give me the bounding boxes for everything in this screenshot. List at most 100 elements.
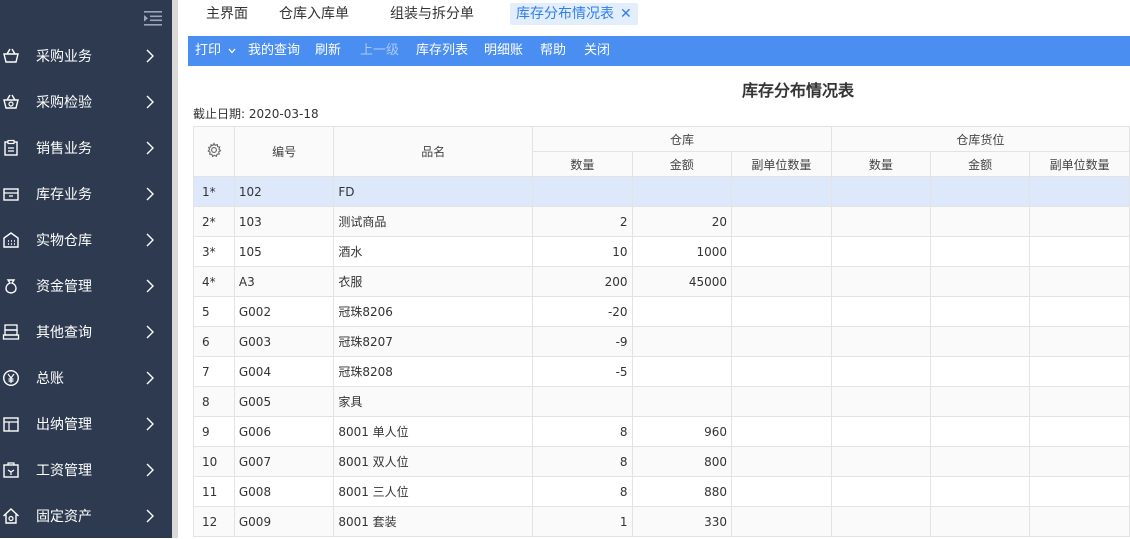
table-row[interactable]: 7 G004 冠珠8208 -5: [193, 356, 1130, 387]
cell-location-qty[interactable]: [830, 506, 931, 537]
column-header-location-amount[interactable]: 金额: [929, 151, 1031, 177]
row-number[interactable]: 6: [193, 326, 235, 357]
cell-location-qty[interactable]: [830, 446, 931, 477]
row-number[interactable]: 3*: [193, 236, 235, 267]
cell-location-amount[interactable]: [929, 386, 1031, 417]
sidebar-item-purchase-inspection[interactable]: 采购检验: [0, 79, 172, 125]
cell-location-amount[interactable]: [929, 446, 1031, 477]
sidebar-item-general-ledger[interactable]: 总账: [0, 355, 172, 401]
cell-warehouse-sub-qty[interactable]: [731, 356, 832, 387]
tab-assembly-split[interactable]: 组装与拆分单: [390, 3, 474, 25]
cell-warehouse-amount[interactable]: 45000: [631, 266, 733, 297]
cell-name[interactable]: 8001 单人位: [333, 416, 534, 447]
sidebar-item-other-query[interactable]: 其他查询: [0, 309, 172, 355]
cell-location-qty[interactable]: [830, 176, 931, 207]
cell-location-qty[interactable]: [830, 326, 931, 357]
cell-location-amount[interactable]: [929, 326, 1031, 357]
cell-location-qty[interactable]: [830, 416, 931, 447]
tab-inventory-distribution[interactable]: 库存分布情况表 ✕: [510, 3, 638, 25]
cell-code[interactable]: 102: [233, 176, 335, 207]
cell-warehouse-sub-qty[interactable]: [731, 416, 832, 447]
cell-location-qty[interactable]: [830, 206, 931, 237]
column-header-location-sub-qty[interactable]: 副单位数量: [1029, 151, 1130, 177]
close-icon[interactable]: ✕: [620, 3, 632, 25]
sidebar-item-physical-warehouse[interactable]: 实物仓库: [0, 217, 172, 263]
my-query-button[interactable]: 我的查询: [248, 36, 300, 66]
cell-warehouse-qty[interactable]: [532, 386, 633, 417]
cell-warehouse-amount[interactable]: [631, 176, 733, 207]
cell-name[interactable]: 家具: [333, 386, 534, 417]
cell-location-qty[interactable]: [830, 476, 931, 507]
row-number[interactable]: 11: [193, 476, 235, 507]
cell-code[interactable]: G006: [233, 416, 335, 447]
sidebar-item-salary[interactable]: 工资管理: [0, 447, 172, 493]
row-number[interactable]: 12: [193, 506, 235, 537]
cell-warehouse-sub-qty[interactable]: [731, 296, 832, 327]
cell-name[interactable]: 衣服: [333, 266, 534, 297]
table-row[interactable]: 12 G009 8001 套装 1 330: [193, 506, 1130, 537]
cell-location-sub-qty[interactable]: [1029, 416, 1130, 447]
cell-location-amount[interactable]: [929, 476, 1031, 507]
column-header-location-qty[interactable]: 数量: [830, 151, 931, 177]
cell-code[interactable]: A3: [233, 266, 335, 297]
cell-warehouse-qty[interactable]: 8: [532, 476, 633, 507]
cell-code[interactable]: G009: [233, 506, 335, 537]
cell-location-qty[interactable]: [830, 356, 931, 387]
cell-location-amount[interactable]: [929, 356, 1031, 387]
cell-warehouse-qty[interactable]: 2: [532, 206, 633, 237]
table-row[interactable]: 1* 102 FD: [193, 176, 1130, 207]
cell-location-qty[interactable]: [830, 296, 931, 327]
sidebar-item-sales[interactable]: 销售业务: [0, 125, 172, 171]
tab-home[interactable]: 主界面: [206, 3, 248, 25]
column-header-name[interactable]: 品名: [333, 126, 534, 177]
row-number[interactable]: 9: [193, 416, 235, 447]
cell-location-amount[interactable]: [929, 236, 1031, 267]
sidebar-item-purchase[interactable]: 采购业务: [0, 33, 172, 79]
cell-location-sub-qty[interactable]: [1029, 446, 1130, 477]
sidebar-scrollbar[interactable]: [172, 0, 178, 538]
table-row[interactable]: 9 G006 8001 单人位 8 960: [193, 416, 1130, 447]
print-button[interactable]: 打印: [195, 36, 221, 66]
chevron-down-icon[interactable]: [228, 48, 236, 54]
cell-warehouse-sub-qty[interactable]: [731, 476, 832, 507]
cell-location-sub-qty[interactable]: [1029, 326, 1130, 357]
cell-name[interactable]: 8001 双人位: [333, 446, 534, 477]
row-number[interactable]: 4*: [193, 266, 235, 297]
up-level-button[interactable]: 上一级: [360, 36, 399, 66]
cell-warehouse-qty[interactable]: [532, 176, 633, 207]
cell-warehouse-sub-qty[interactable]: [731, 236, 832, 267]
row-number[interactable]: 1*: [193, 176, 235, 207]
table-row[interactable]: 2* 103 测试商品 2 20: [193, 206, 1130, 237]
cell-location-sub-qty[interactable]: [1029, 296, 1130, 327]
table-row[interactable]: 3* 105 酒水 10 1000: [193, 236, 1130, 267]
cell-name[interactable]: 8001 套装: [333, 506, 534, 537]
refresh-button[interactable]: 刷新: [315, 36, 341, 66]
stock-list-button[interactable]: 库存列表: [416, 36, 468, 66]
cell-warehouse-sub-qty[interactable]: [731, 386, 832, 417]
table-row[interactable]: 11 G008 8001 三人位 8 880: [193, 476, 1130, 507]
sidebar-item-fixed-assets[interactable]: 固定资产: [0, 493, 172, 539]
close-button[interactable]: 关闭: [584, 36, 610, 66]
sidebar-item-funds[interactable]: 资金管理: [0, 263, 172, 309]
menu-collapse-icon[interactable]: [142, 9, 164, 27]
cell-location-sub-qty[interactable]: [1029, 506, 1130, 537]
cell-warehouse-amount[interactable]: 1000: [631, 236, 733, 267]
cell-warehouse-amount[interactable]: 800: [631, 446, 733, 477]
cell-location-sub-qty[interactable]: [1029, 206, 1130, 237]
cell-location-qty[interactable]: [830, 266, 931, 297]
settings-header[interactable]: [193, 126, 235, 177]
cell-code[interactable]: G004: [233, 356, 335, 387]
cell-name[interactable]: 8001 三人位: [333, 476, 534, 507]
table-row[interactable]: 6 G003 冠珠8207 -9: [193, 326, 1130, 357]
cell-location-amount[interactable]: [929, 206, 1031, 237]
cell-warehouse-sub-qty[interactable]: [731, 446, 832, 477]
cell-location-amount[interactable]: [929, 266, 1031, 297]
help-button[interactable]: 帮助: [540, 36, 566, 66]
cell-warehouse-qty[interactable]: -9: [532, 326, 633, 357]
cell-warehouse-qty[interactable]: -20: [532, 296, 633, 327]
cell-name[interactable]: 冠珠8207: [333, 326, 534, 357]
cell-location-qty[interactable]: [830, 236, 931, 267]
cell-warehouse-qty[interactable]: 10: [532, 236, 633, 267]
column-header-warehouse-amount[interactable]: 金额: [631, 151, 733, 177]
cell-location-amount[interactable]: [929, 416, 1031, 447]
